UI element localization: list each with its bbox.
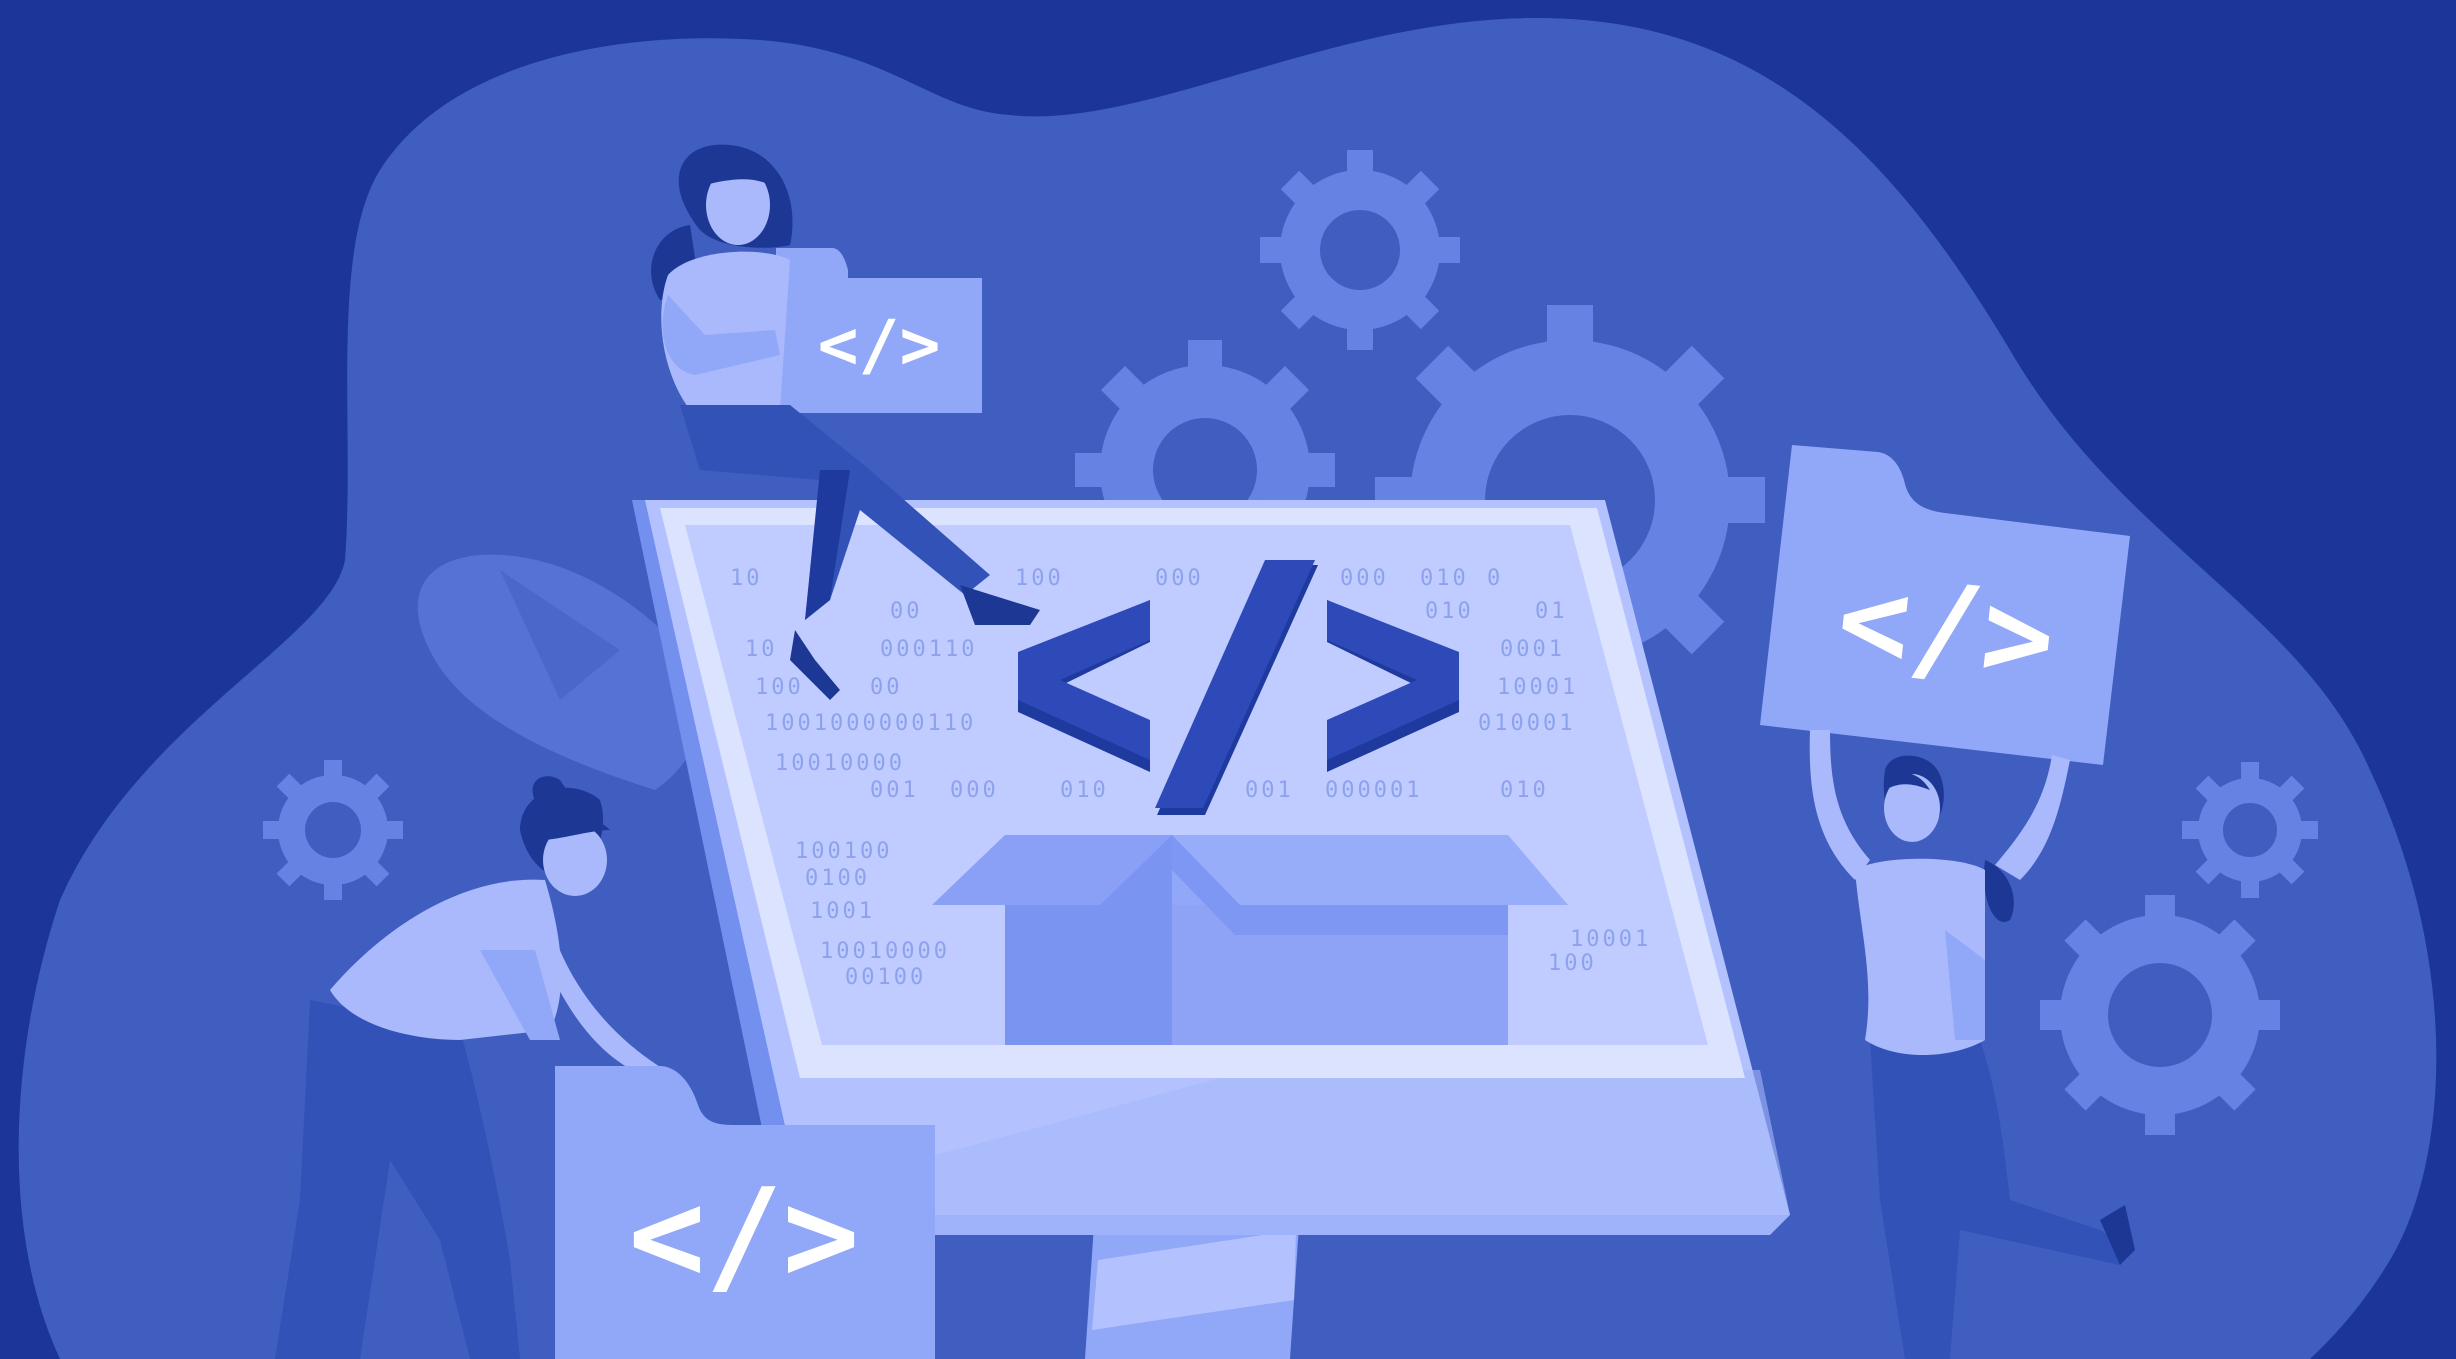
binary-digit: 001 <box>870 778 919 803</box>
open-box <box>932 835 1568 1045</box>
binary-digit: 100100 <box>795 839 892 864</box>
binary-digit: 010 <box>1425 599 1474 624</box>
folder-top-label: </> <box>818 306 941 385</box>
gear-icon <box>2182 762 2318 898</box>
binary-digit: 001 <box>1245 778 1294 803</box>
binary-digit: 000 <box>950 778 999 803</box>
binary-digit: 00 <box>890 599 923 624</box>
gear-icon <box>1260 150 1460 350</box>
binary-digit: 10001 <box>1497 675 1578 700</box>
binary-digit: 100 <box>1548 951 1597 976</box>
developer-illustration: 10 100 000 000 010 000 010 0110 000110 0001100 00 1… <box>0 0 2456 1359</box>
binary-digit: 10010000 <box>775 751 905 776</box>
binary-digit: 000110 <box>880 637 977 662</box>
binary-digit: 10 <box>730 566 763 591</box>
binary-digit: 010 <box>1060 778 1109 803</box>
binary-digit: 010 <box>1420 566 1469 591</box>
binary-digit: 00 <box>870 675 903 700</box>
binary-digit: 0 <box>1487 566 1503 591</box>
binary-digit: 00100 <box>845 965 926 990</box>
binary-digit: 000001 <box>1325 778 1422 803</box>
binary-digit: 100 <box>755 675 804 700</box>
binary-digit: 0100 <box>805 866 870 891</box>
gear-icon <box>2040 895 2280 1135</box>
binary-digit: 1001000000110 <box>765 711 976 736</box>
gear-icon <box>263 760 403 900</box>
binary-digit: 10010000 <box>820 939 950 964</box>
folder-bottom-label: </> <box>628 1162 859 1311</box>
binary-digit: 0001 <box>1500 637 1565 662</box>
folder-right-label: </> <box>1831 549 2061 710</box>
binary-digit: 01 <box>1535 599 1568 624</box>
binary-digit: 010 <box>1500 778 1549 803</box>
binary-digit: 10 <box>745 637 778 662</box>
binary-digit: 010001 <box>1478 711 1575 736</box>
binary-digit: 1001 <box>810 899 875 924</box>
binary-digit: 000 <box>1340 566 1389 591</box>
binary-digit: 100 <box>1015 566 1064 591</box>
binary-digit: 000 <box>1155 566 1204 591</box>
binary-digit: 10001 <box>1570 927 1651 952</box>
